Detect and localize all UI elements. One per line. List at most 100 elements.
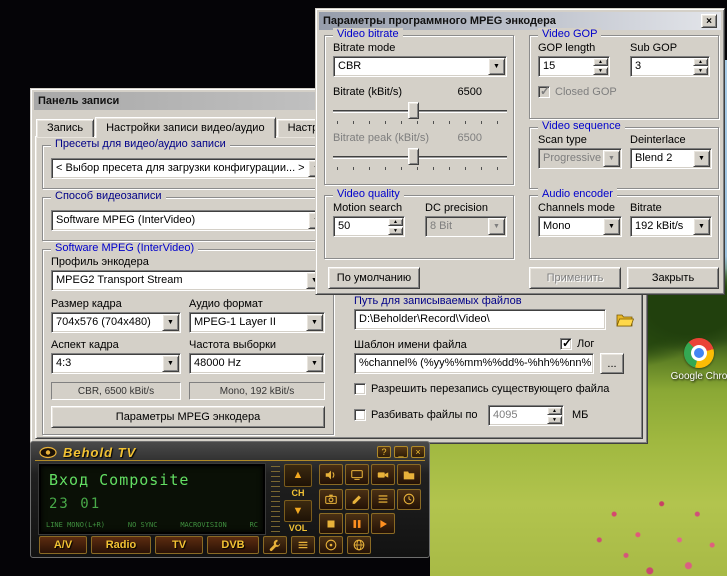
slider-ticks	[337, 167, 503, 170]
tab-record[interactable]: Запись	[36, 119, 94, 137]
audio-format-combobox[interactable]: MPEG-1 Layer II ▼	[189, 312, 325, 333]
close-button[interactable]: Закрыть	[627, 267, 719, 289]
chevron-down-icon[interactable]: ▼	[306, 355, 323, 372]
audio-bitrate-combobox[interactable]: 192 kBit/s ▼	[630, 216, 712, 237]
preset-combobox[interactable]: < Выбор пресета для загрузки конфигураци…	[51, 158, 327, 179]
bitrate-mode-combobox[interactable]: CBR ▼	[333, 56, 507, 77]
sample-rate-label: Частота выборки	[189, 339, 276, 351]
spin-up-icon[interactable]: ▲	[593, 58, 608, 66]
checkbox-checked-icon[interactable]	[560, 338, 572, 350]
snapshot-button[interactable]	[319, 489, 343, 510]
checkbox-unchecked-icon[interactable]	[354, 409, 366, 421]
sample-rate-combobox[interactable]: 48000 Hz ▼	[189, 353, 325, 374]
channel-down-button[interactable]: ▼	[284, 500, 312, 523]
open-folder-button[interactable]	[612, 309, 638, 330]
chevron-down-icon: ▼	[488, 218, 505, 235]
chevron-down-icon[interactable]: ▼	[693, 218, 710, 235]
stop-button[interactable]	[319, 513, 343, 534]
spin-down-icon[interactable]: ▼	[547, 416, 562, 424]
wrench-icon	[268, 538, 282, 552]
sub-gop-label: Sub GOP	[630, 42, 677, 54]
record-path-field[interactable]: D:\Beholder\Record\Video\	[354, 309, 606, 330]
spin-down-icon[interactable]: ▼	[593, 67, 608, 75]
playlist-button[interactable]	[291, 536, 315, 554]
spin-down-icon[interactable]: ▼	[693, 67, 708, 75]
mute-button[interactable]	[319, 464, 343, 485]
motion-search-spinner[interactable]: 50 ▲ ▼	[333, 216, 405, 237]
tab-video-audio-settings[interactable]: Настройки записи видео/аудио	[95, 117, 275, 138]
default-button[interactable]: По умолчанию	[328, 267, 420, 289]
av-mode-button[interactable]: A/V	[39, 536, 87, 554]
record-video-button[interactable]	[371, 464, 395, 485]
web-button[interactable]	[347, 536, 371, 554]
checkbox-unchecked-icon[interactable]	[354, 383, 366, 395]
channel-up-button[interactable]: ▲	[284, 464, 312, 487]
chevron-down-icon[interactable]: ▼	[162, 355, 179, 372]
tv-screen-button[interactable]	[345, 464, 369, 485]
audio-bitrate-label: Bitrate	[630, 202, 662, 214]
tv-minimize-button[interactable]: _	[394, 446, 408, 458]
dialog-close-button[interactable]: ×	[701, 14, 717, 28]
folder-icon	[402, 468, 416, 482]
chevron-down-icon[interactable]: ▼	[488, 58, 505, 75]
template-browse-button[interactable]: ...	[600, 353, 624, 374]
spin-up-icon[interactable]: ▲	[388, 218, 403, 226]
bitrate-mode-value: CBR	[334, 57, 487, 76]
closed-gop-checkbox: Closed GOP	[538, 86, 617, 98]
tv-close-button[interactable]: ×	[411, 446, 425, 458]
audio-encoder-group: Audio encoder Channels mode Bitrate Mono…	[529, 195, 719, 259]
tv-titlebar[interactable]: Behold TV ? _ ×	[35, 444, 425, 461]
desktop-icon-google-chrome[interactable]: Google Chro	[672, 338, 726, 382]
presets-group-caption: Пресеты для видео/аудио записи	[51, 138, 230, 150]
frame-size-combobox[interactable]: 704x576 (704x480) ▼	[51, 312, 181, 333]
chevron-down-icon[interactable]: ▼	[306, 314, 323, 331]
play-button[interactable]	[371, 513, 395, 534]
sub-gop-spinner[interactable]: 3 ▲ ▼	[630, 56, 710, 77]
deinterlace-combobox[interactable]: Blend 2 ▼	[630, 148, 712, 169]
video-quality-caption: Video quality	[333, 188, 404, 200]
chevron-down-icon[interactable]: ▼	[693, 150, 710, 167]
clock-icon	[402, 492, 416, 506]
split-files-checkbox[interactable]: Разбивать файлы по	[354, 409, 478, 421]
settings-button[interactable]	[263, 536, 287, 554]
channels-mode-label: Channels mode	[538, 202, 615, 214]
tv-help-button[interactable]: ?	[377, 446, 391, 458]
tv-nav-bar: A/V Radio TV DVB	[39, 535, 423, 554]
disc-button[interactable]	[319, 536, 343, 554]
dvb-mode-button[interactable]: DVB	[207, 536, 259, 554]
open-file-button[interactable]	[397, 464, 421, 485]
video-method-combobox[interactable]: Software MPEG (InterVideo) ▼	[51, 210, 327, 231]
volume-slider[interactable]	[271, 466, 280, 532]
edit-button[interactable]	[345, 489, 369, 510]
encoder-profile-value: MPEG2 Transport Stream	[52, 271, 305, 290]
checkbox-checked-icon	[538, 86, 550, 98]
video-quality-group: Video quality Motion search DC precision…	[324, 195, 514, 259]
slider-thumb[interactable]	[408, 102, 419, 119]
radio-mode-button[interactable]: Radio	[91, 536, 151, 554]
sample-rate-value: 48000 Hz	[190, 354, 305, 373]
spin-up-icon[interactable]: ▲	[547, 407, 562, 415]
channel-list-button[interactable]	[371, 489, 395, 510]
bitrate-peak-value: 6500	[422, 132, 482, 144]
audio-encoder-caption: Audio encoder	[538, 188, 617, 200]
chevron-down-icon[interactable]: ▼	[162, 314, 179, 331]
overwrite-checkbox[interactable]: Разрешить перезапись существующего файла	[354, 383, 609, 395]
pause-button[interactable]	[345, 513, 369, 534]
log-checkbox[interactable]: Лог	[560, 338, 594, 350]
dc-precision-label: DC precision	[425, 202, 488, 214]
split-size-spinner[interactable]: 4095 ▲ ▼	[488, 405, 564, 426]
channels-mode-combobox[interactable]: Mono ▼	[538, 216, 622, 237]
scheduler-button[interactable]	[397, 489, 421, 510]
encoder-profile-combobox[interactable]: MPEG2 Transport Stream ▼	[51, 270, 325, 291]
spin-up-icon[interactable]: ▲	[693, 58, 708, 66]
aspect-combobox[interactable]: 4:3 ▼	[51, 353, 181, 374]
filename-template-field[interactable]: %channel% (%yy%%mm%%dd%-%hh%%nn%	[354, 353, 594, 374]
video-gop-group: Video GOP GOP length Sub GOP 15 ▲ ▼ 3 ▲ …	[529, 35, 719, 119]
tv-mode-button[interactable]: TV	[155, 536, 203, 554]
mpeg-encoder-params-button[interactable]: Параметры MPEG энкодера	[51, 406, 325, 428]
deinterlace-label: Deinterlace	[630, 134, 686, 146]
gop-length-spinner[interactable]: 15 ▲ ▼	[538, 56, 610, 77]
chevron-down-icon[interactable]: ▼	[603, 218, 620, 235]
spin-down-icon[interactable]: ▼	[388, 227, 403, 235]
bitrate-slider[interactable]	[333, 102, 507, 124]
